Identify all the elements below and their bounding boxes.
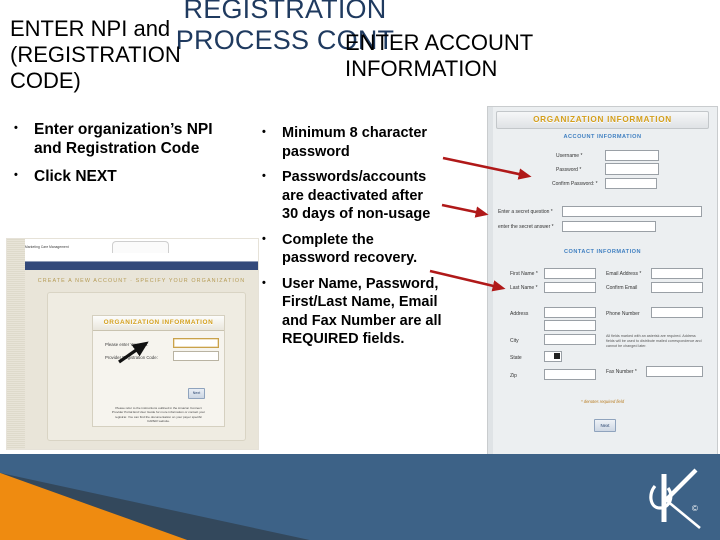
phone-number-label: Phone Number [606,311,640,317]
panel-footnote: Please refer to the instructions outline… [111,406,206,424]
breadcrumb: CREATE A NEW ACCOUNT · SPECIFY YOUR ORGA… [37,278,246,284]
bullet-list-left: Enter organization’s NPI and Registratio… [4,119,242,186]
list-item: Minimum 8 character password [252,123,442,161]
next-button[interactable]: Next [594,419,616,432]
screenshot-organization-npi: Marketing Care Management CREATE A NEW A… [6,238,259,450]
page-left-rail [488,107,493,460]
panel-title: ORGANIZATION INFORMATION [496,111,709,129]
password-label: Password * [556,167,582,173]
browser-chrome: Marketing Care Management [7,239,258,261]
organization-information-panel: ORGANIZATION INFORMATION Please enter Yo… [92,315,225,427]
zip-label: Zip [510,373,517,379]
registration-code-input[interactable] [173,351,219,361]
last-name-label: Last Name * [510,285,538,291]
confirm-password-input[interactable] [605,178,657,189]
address-line2-input[interactable] [544,320,596,331]
confirm-email-input[interactable] [651,282,703,293]
slide-canvas: REGISTRATION PROCESS CONT ENTER NPI and … [0,0,720,540]
list-item: User Name, Password, First/Last Name, Em… [252,274,442,349]
section-heading-account: ACCOUNT INFORMATION [563,134,642,140]
address-label: Address [510,311,529,317]
fax-number-input[interactable] [646,366,703,377]
city-input[interactable] [544,334,596,345]
page-body: CREATE A NEW ACCOUNT · SPECIFY YOUR ORGA… [25,270,258,449]
address-note: All fields marked with an asterisk are r… [606,334,702,349]
email-address-input[interactable] [651,268,703,279]
list-item: Complete the password recovery. [252,230,442,268]
city-label: City [510,338,519,344]
first-name-label: First Name * [510,271,538,277]
footer-decoration [0,454,720,540]
first-name-input[interactable] [544,268,596,279]
section-heading-contact: CONTACT INFORMATION [563,249,642,255]
secret-question-input[interactable] [562,206,702,217]
last-name-input[interactable] [544,282,596,293]
npi-input[interactable] [173,338,219,348]
list-item: Enter organization’s NPI and Registratio… [4,119,242,158]
fax-number-label: Fax Number * [606,369,637,375]
brand-logo: © [649,468,701,530]
password-input[interactable] [605,163,659,175]
list-item: Passwords/accounts are deactivated after… [252,167,442,224]
address-line1-input[interactable] [544,307,596,318]
secret-answer-input[interactable] [562,221,656,232]
required-fields-note: * denotes required field [580,399,625,404]
registration-code-label: Provider Registration Code: [105,355,158,360]
state-label: State [510,355,522,361]
copyright-mark: © [692,504,698,513]
zip-input[interactable] [544,369,596,380]
title-right-heading: ENTER ACCOUNT INFORMATION [345,30,533,81]
secret-answer-label: enter the secret answer * [498,224,554,230]
site-brand: Marketing Care Management [25,245,69,249]
phone-number-input[interactable] [651,307,703,318]
email-address-label: Email Address * [606,271,642,277]
panel-title: ORGANIZATION INFORMATION [93,316,224,331]
username-input[interactable] [605,150,659,161]
confirm-email-label: Confirm Email [606,285,638,291]
page-left-rail [7,239,25,449]
title-left-heading: ENTER NPI and (REGISTRATION CODE) [10,16,181,93]
state-select[interactable] [544,351,562,362]
bullet-list-middle: Minimum 8 character password Passwords/a… [252,123,442,349]
content-card: ORGANIZATION INFORMATION Please enter Yo… [47,292,246,441]
next-button[interactable]: Next [188,388,205,399]
bullet-column-left: Enter organization’s NPI and Registratio… [4,119,242,195]
list-item: Click NEXT [4,166,242,186]
npi-label: Please enter Your NPI: [105,342,149,347]
secret-question-label: Enter a secret question * [498,209,553,215]
username-label: Username * [556,153,583,159]
screenshot-account-information: ORGANIZATION INFORMATION ACCOUNT INFORMA… [487,106,718,461]
confirm-password-label: Confirm Password: * [552,181,598,187]
arrow-to-secret-question-field [441,203,489,218]
browser-tab [112,241,169,253]
bullet-column-middle: Minimum 8 character password Passwords/a… [252,123,442,356]
